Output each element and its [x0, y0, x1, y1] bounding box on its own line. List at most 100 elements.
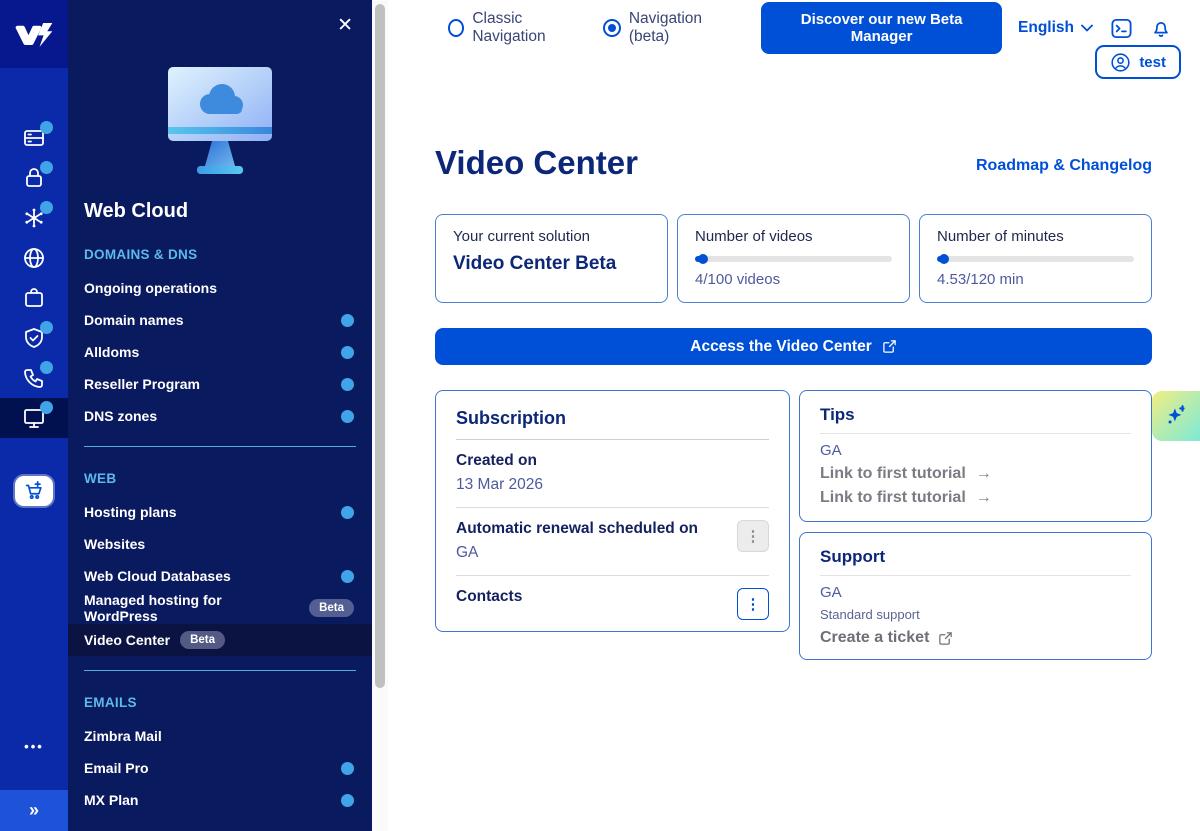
section-emails: EMAILS Zimbra Mail Email Pro MX Plan: [68, 695, 372, 816]
arrow-right-icon: →: [976, 489, 992, 507]
language-selector[interactable]: English: [1018, 19, 1093, 37]
double-chevron-icon: »: [29, 800, 39, 821]
rail-item-marketplace[interactable]: [0, 278, 68, 318]
terminal-button[interactable]: [1110, 17, 1133, 40]
expand-sidebar-button[interactable]: »: [0, 790, 68, 831]
external-link-icon: [882, 339, 897, 354]
sidebar-item-ongoing-operations[interactable]: Ongoing operations: [68, 272, 372, 304]
stat-value: 4.53/120 min: [937, 271, 1134, 288]
notifications-button[interactable]: [1150, 17, 1172, 40]
stat-value: Video Center Beta: [453, 253, 650, 275]
user-icon: [1110, 52, 1131, 73]
sidebar-item-hosting-plans[interactable]: Hosting plans: [68, 496, 372, 528]
cart-button[interactable]: [15, 476, 53, 506]
more-options-icon[interactable]: •••: [0, 739, 68, 754]
section-divider: [84, 670, 356, 671]
cart-row: [0, 476, 68, 506]
rail-item-globe[interactable]: [0, 238, 68, 278]
sidebar-item-dns-zones[interactable]: DNS zones: [68, 400, 372, 432]
sidebar-item-label: Reseller Program: [84, 376, 200, 392]
contacts-menu-button[interactable]: ⋮: [737, 588, 769, 620]
scrollbar-thumb[interactable]: [375, 4, 385, 688]
panel-title: Web Cloud: [84, 200, 372, 223]
radio-checked-icon: [603, 19, 621, 37]
radio-navigation-beta[interactable]: Navigation (beta): [603, 10, 731, 46]
rail-item-telephony[interactable]: [0, 358, 68, 398]
tutorial-link-2[interactable]: Link to first tutorial→: [820, 489, 1131, 507]
sidebar-item-managed-wordpress[interactable]: Managed hosting for WordPress Beta: [68, 592, 372, 624]
rail-item-server[interactable]: [0, 118, 68, 158]
stat-label: Your current solution: [453, 228, 650, 245]
subscription-row-renewal: Automatic renewal scheduled on GA ⋮: [456, 508, 769, 576]
stats-row: Your current solution Video Center Beta …: [435, 214, 1152, 303]
notification-dot: [341, 762, 354, 775]
language-label: English: [1018, 19, 1074, 37]
sidebar-item-label: Zimbra Mail: [84, 728, 162, 744]
subscription-row-created: Created on 13 Mar 2026: [456, 440, 769, 508]
create-ticket-link[interactable]: Create a ticket: [820, 629, 1131, 647]
sidebar-item-label: Video Center: [84, 632, 170, 648]
web-cloud-panel: ✕ Web Cloud DOMAINS & DNS Ongoing op: [68, 0, 372, 831]
beta-badge: Beta: [309, 599, 354, 618]
tutorial-link-1[interactable]: Link to first tutorial→: [820, 465, 1131, 483]
sidebar-item-label: MX Plan: [84, 792, 138, 808]
chevron-down-icon: [1081, 24, 1093, 32]
sidebar-item-video-center[interactable]: Video CenterBeta: [68, 624, 372, 656]
row-value: 13 Mar 2026: [456, 476, 769, 494]
radio-classic-navigation[interactable]: Classic Navigation: [448, 10, 585, 46]
sidebar-item-reseller-program[interactable]: Reseller Program: [68, 368, 372, 400]
row-label: Automatic renewal scheduled on: [456, 520, 769, 538]
globe-icon: [22, 246, 46, 270]
tips-card: Tips GA Link to first tutorial→ Link to …: [799, 390, 1152, 522]
ai-assistant-button[interactable]: [1152, 391, 1200, 441]
sidebar-item-label: Email Pro: [84, 760, 149, 776]
main-area: Classic Navigation Navigation (beta) Dis…: [388, 0, 1200, 831]
briefcase-icon: [22, 286, 46, 310]
user-account-button[interactable]: test: [1095, 45, 1181, 79]
rail-item-web-cloud[interactable]: [0, 398, 68, 438]
stat-value: 4/100 videos: [695, 271, 892, 288]
section-domains-dns: DOMAINS & DNS Ongoing operations Domain …: [68, 247, 372, 447]
discover-beta-button[interactable]: Discover our new Beta Manager: [761, 2, 1002, 54]
sidebar-item-zimbra-mail[interactable]: Zimbra Mail: [68, 720, 372, 752]
close-icon[interactable]: ✕: [337, 16, 353, 35]
sidebar-item-label: DNS zones: [84, 408, 157, 424]
panel-scrollbar: [372, 0, 388, 831]
sidebar-item-label: Managed hosting for WordPress: [84, 592, 299, 624]
sidebar-item-web-cloud-databases[interactable]: Web Cloud Databases: [68, 560, 372, 592]
notification-dot: [40, 201, 53, 214]
notification-dot: [40, 401, 53, 414]
arrow-right-icon: →: [976, 465, 992, 483]
videos-count-card: Number of videos 4/100 videos: [677, 214, 910, 303]
roadmap-changelog-link[interactable]: Roadmap & Changelog: [976, 157, 1152, 183]
sidebar-item-domain-names[interactable]: Domain names: [68, 304, 372, 336]
rail-item-lock[interactable]: [0, 158, 68, 198]
rail-item-network[interactable]: [0, 198, 68, 238]
terminal-icon: [1110, 17, 1133, 40]
progress-fill: [695, 256, 703, 262]
sidebar-item-label: Ongoing operations: [84, 280, 217, 296]
external-link-icon: [938, 631, 953, 646]
subscription-card: Subscription Created on 13 Mar 2026 Auto…: [435, 390, 790, 632]
sidebar-item-email-pro[interactable]: Email Pro: [68, 752, 372, 784]
progress-fill: [937, 256, 944, 262]
user-label: test: [1139, 54, 1166, 71]
minutes-count-card: Number of minutes 4.53/120 min: [919, 214, 1152, 303]
sidebar-item-websites[interactable]: Websites: [68, 528, 372, 560]
sidebar-item-mx-plan[interactable]: MX Plan: [68, 784, 372, 816]
bell-icon: [1150, 17, 1172, 40]
topbar: Classic Navigation Navigation (beta) Dis…: [388, 0, 1200, 45]
rail-item-security[interactable]: [0, 318, 68, 358]
sidebar-item-label: Websites: [84, 536, 145, 552]
section-heading: WEB: [84, 471, 356, 486]
access-video-center-button[interactable]: Access the Video Center: [435, 328, 1152, 365]
icon-rail: ••• »: [0, 0, 68, 831]
kebab-icon: ⋮: [746, 595, 761, 613]
sidebar-item-alldoms[interactable]: Alldoms: [68, 336, 372, 368]
row-label: Created on: [456, 452, 769, 470]
renewal-menu-button[interactable]: ⋮: [737, 520, 769, 552]
subscription-row-contacts: Contacts ⋮: [456, 576, 769, 619]
kebab-icon: ⋮: [746, 527, 761, 545]
rail-nav: [0, 118, 68, 438]
ovhcloud-logo[interactable]: [0, 0, 68, 68]
